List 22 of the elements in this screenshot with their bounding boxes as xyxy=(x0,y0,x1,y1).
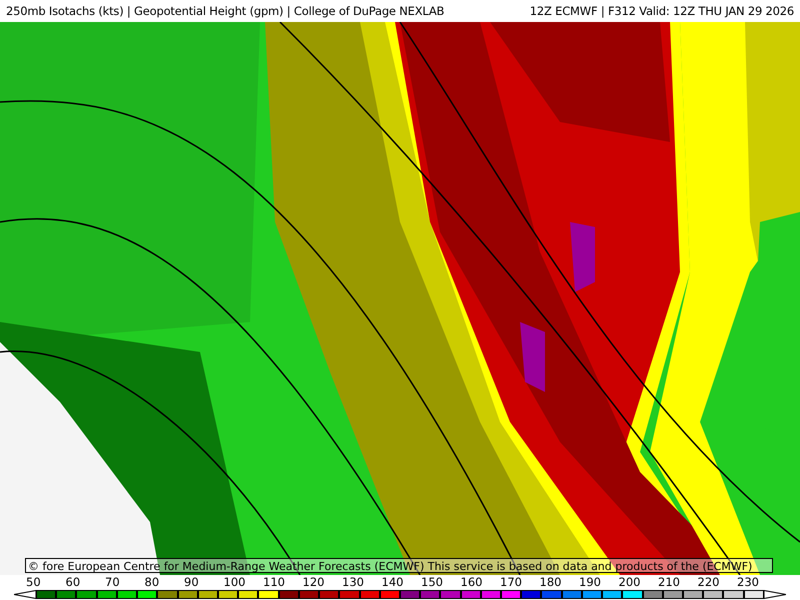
colorbar-label: 110 xyxy=(263,575,286,589)
colorbar-label: 230 xyxy=(737,575,760,589)
colorbar-label: 190 xyxy=(579,575,602,589)
model-run-label: 12Z ECMWF | F312 Valid: 12Z THU JAN 29 2026 xyxy=(530,4,794,18)
colorbar-label: 160 xyxy=(460,575,484,589)
colorbar-label: 140 xyxy=(382,575,404,589)
colorbar-label: 100 xyxy=(224,575,246,589)
colorbar-label: 60 xyxy=(66,575,82,589)
colorbar-label: 90 xyxy=(184,575,200,589)
colorbar-label: 210 xyxy=(658,575,681,589)
map-title: 250mb Isotachs (kts) | Geopotential Height (gpm) | College of DuPage NEXLAB xyxy=(6,4,444,18)
colorbar-label: 130 xyxy=(342,575,365,589)
colorbar-label: 180 xyxy=(540,575,562,589)
colorbar-label: 200 xyxy=(618,575,642,589)
colorbar-label: 170 xyxy=(500,575,523,589)
colorbar-label: 120 xyxy=(302,575,326,589)
copyright-notice: © fore European Centre for Medium-Range Weather Forecasts (ECMWF) This service is based on data and products of the (ECMWF) xyxy=(25,558,773,573)
colorbar-label: 80 xyxy=(144,575,160,589)
colorbar-label: 150 xyxy=(421,575,444,589)
colorbar-label: 70 xyxy=(105,575,121,589)
colorbar-label: 220 xyxy=(698,575,720,589)
colorbar-label: 50 xyxy=(26,575,42,589)
